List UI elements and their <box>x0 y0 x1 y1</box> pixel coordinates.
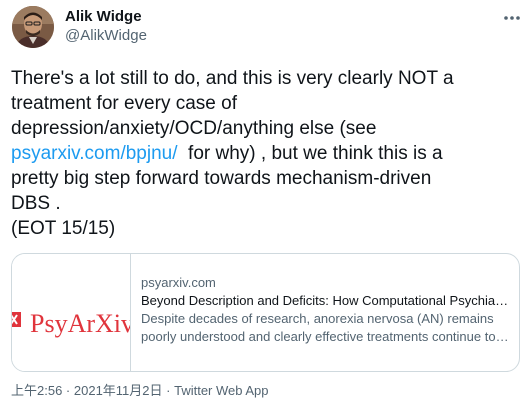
tweet-time[interactable]: 上午2:56 <box>11 383 62 398</box>
card-thumbnail: PsyArXiv <box>12 254 131 371</box>
tweet-source-app[interactable]: Twitter Web App <box>174 383 268 398</box>
tweet: Alik Widge @AlikWidge There's a lot stil… <box>0 0 531 404</box>
meta-separator: · <box>62 383 74 398</box>
card-title: Beyond Description and Deficits: How Com… <box>141 293 509 308</box>
author-block: Alik Widge @AlikWidge <box>65 8 147 46</box>
avatar-photo <box>12 6 54 48</box>
avatar[interactable] <box>12 6 54 48</box>
tweet-text-part-1: There's a lot still to do, and this is v… <box>11 68 454 139</box>
card-info: psyarxiv.com Beyond Description and Defi… <box>131 254 511 371</box>
card-description-line-2: poorly understood and clearly effective … <box>141 329 509 344</box>
author-handle[interactable]: @AlikWidge <box>65 26 147 46</box>
author-display-name[interactable]: Alik Widge <box>65 8 147 26</box>
card-description-line-1: Despite decades of research, anorexia ne… <box>141 311 494 326</box>
tweet-link[interactable]: psyarxiv.com/bpjnu/ <box>11 143 178 164</box>
tweet-date[interactable]: 2021年11月2日 <box>74 383 163 398</box>
card-thumbnail-text: PsyArXiv <box>30 309 131 338</box>
meta-separator-2: · <box>162 383 175 398</box>
more-button[interactable] <box>501 10 523 26</box>
card-domain: psyarxiv.com <box>141 275 216 290</box>
tweet-text: There's a lot still to do, and this is v… <box>11 66 521 241</box>
link-preview-card[interactable]: PsyArXiv psyarxiv.com Beyond Description… <box>11 253 520 372</box>
tweet-meta: 上午2:56 · 2021年11月2日 · Twitter Web App <box>11 382 269 399</box>
more-horizontal-icon <box>504 16 520 20</box>
